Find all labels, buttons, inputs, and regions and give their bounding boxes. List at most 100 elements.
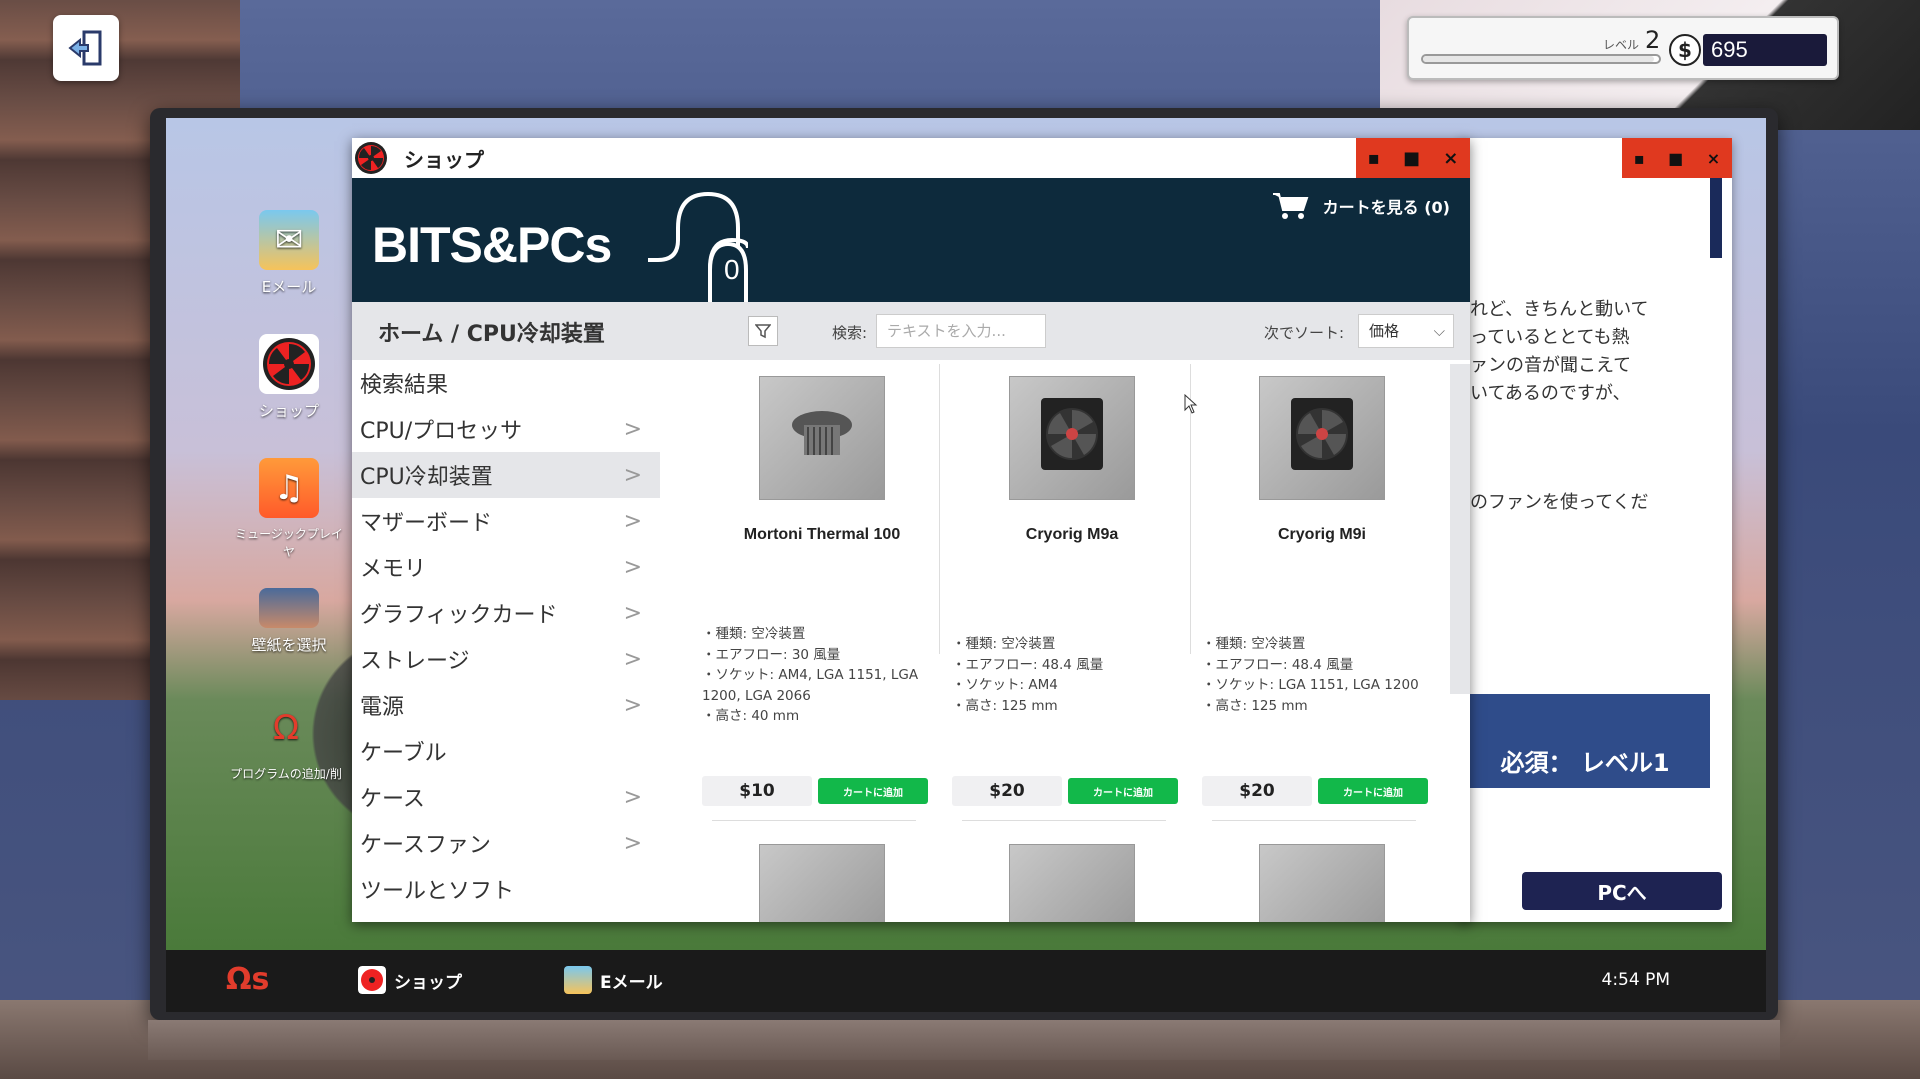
desktop-icon-wallpaper[interactable]: 壁紙を選択 xyxy=(234,588,344,655)
category-label: 検索結果 xyxy=(360,373,449,398)
bag-badge-count: 0 xyxy=(724,254,740,285)
product-card[interactable]: Cryorig M9i ・種類: 空冷装置 ・エアフロー: 48.4 風量 ・ソ… xyxy=(1202,376,1442,922)
desk-surface xyxy=(148,1020,1780,1060)
product-card[interactable]: Mortoni Thermal 100 ・種類: 空冷装置 ・エアフロー: 30… xyxy=(702,376,942,922)
category-item[interactable]: 電源 > xyxy=(352,682,660,728)
product-image-next-row[interactable] xyxy=(759,844,885,922)
taskbar-item-shop[interactable]: ショップ xyxy=(358,966,462,994)
maximize-button[interactable]: ■ xyxy=(1403,148,1420,169)
minimize-button[interactable]: ▪ xyxy=(1368,148,1380,169)
category-item[interactable]: ツールとソフト xyxy=(352,866,660,912)
chevron-right-icon: > xyxy=(623,646,642,672)
email-scroll-thumb[interactable] xyxy=(1710,178,1722,258)
spec-line: ・ソケット: AM4, LGA 1151, LGA 1200, LGA 2066 xyxy=(702,667,919,704)
start-menu-button[interactable]: Ωs xyxy=(226,962,269,997)
desktop-icon-email[interactable]: ✉ Eメール xyxy=(234,210,344,297)
product-image-next-row[interactable] xyxy=(1009,844,1135,922)
spec-line: ・高さ: 40 mm xyxy=(702,708,800,724)
divider xyxy=(962,820,1166,821)
category-label: ストレージ xyxy=(360,649,470,674)
email-window-titlebar[interactable]: ▪ ■ × xyxy=(1460,138,1732,178)
shop-window[interactable]: ショップ ▪ ■ × BITS&PCs 0 カートを見る (0) ホーム / C… xyxy=(352,138,1470,922)
filter-funnel-icon xyxy=(755,324,771,339)
requirement-banner: 必須： レベル1 xyxy=(1460,694,1710,788)
category-item[interactable]: ケースファン > xyxy=(352,820,660,866)
product-image-next-row[interactable] xyxy=(1259,844,1385,922)
category-item[interactable]: 検索結果 xyxy=(352,360,660,406)
minimize-button[interactable]: ▪ xyxy=(1634,149,1645,168)
category-item[interactable]: ストレージ > xyxy=(352,636,660,682)
product-image[interactable] xyxy=(1009,376,1135,500)
taskbar: Ωs ショップ Eメール 4:54 PM xyxy=(166,950,1766,1012)
category-sidebar: 検索結果 CPU/プロセッサ > CPU冷却装置 > マザーボード > メモリ > グラ… xyxy=(352,360,660,922)
add-to-cart-button[interactable]: カートに追加 xyxy=(818,778,928,804)
product-specs: ・種類: 空冷装置 ・エアフロー: 48.4 風量 ・ソケット: AM4 ・高さ… xyxy=(952,634,1192,716)
spec-line: ・種類: 空冷装置 xyxy=(702,626,806,642)
add-to-cart-button[interactable]: カートに追加 xyxy=(1068,778,1178,804)
category-label: メモリ xyxy=(360,557,427,582)
close-button[interactable]: × xyxy=(1707,149,1720,168)
category-item[interactable]: メモリ > xyxy=(352,544,660,590)
product-card[interactable]: Cryorig M9a ・種類: 空冷装置 ・エアフロー: 48.4 風量 ・ソ… xyxy=(952,376,1192,922)
search-input[interactable] xyxy=(876,314,1046,348)
add-to-cart-button[interactable]: カートに追加 xyxy=(1318,778,1428,804)
email-body-text: れど、きちんと動いて っているととても熱 ァンの音が聞こえて いてあるのですが、 xyxy=(1470,299,1649,404)
category-item[interactable]: グラフィックカード > xyxy=(352,590,660,636)
category-item[interactable]: ケース > xyxy=(352,774,660,820)
category-label: ケースファン xyxy=(360,833,491,858)
chevron-right-icon: > xyxy=(623,462,642,488)
product-image[interactable] xyxy=(759,376,885,500)
omega-icon: Ω xyxy=(273,708,299,748)
category-item[interactable]: ケーブル xyxy=(352,728,660,774)
go-to-pc-button[interactable]: PCへ xyxy=(1522,872,1722,910)
sort-value: 価格 xyxy=(1369,322,1400,340)
spec-line: ・エアフロー: 48.4 風量 xyxy=(952,656,1104,673)
sort-dropdown[interactable]: 価格 ⌵ xyxy=(1358,314,1454,348)
spec-line: ・ソケット: LGA 1151, LGA 1200 xyxy=(1202,677,1419,693)
desktop-icon-label: ミュージックプレイヤ xyxy=(235,527,343,559)
shop-window-titlebar[interactable]: ショップ ▪ ■ × xyxy=(352,138,1470,178)
desktop-icon-music[interactable]: ♫ ミュージックプレイヤ xyxy=(234,458,344,560)
exit-door-icon xyxy=(68,30,102,66)
category-label: マザーボード xyxy=(360,511,493,536)
player-hud: レベル 2 $ 695 xyxy=(1407,16,1839,80)
wallpaper-icon xyxy=(259,588,319,628)
spec-line: ・エアフロー: 48.4 風量 xyxy=(1202,656,1354,673)
product-name[interactable]: Cryorig M9i xyxy=(1202,526,1442,544)
product-scrollbar[interactable] xyxy=(1450,364,1470,694)
category-item[interactable]: マザーボード > xyxy=(352,498,660,544)
taskbar-item-email[interactable]: Eメール xyxy=(564,966,663,994)
chevron-right-icon: > xyxy=(623,830,642,856)
category-item[interactable]: CPU/プロセッサ > xyxy=(352,406,660,452)
view-cart-button[interactable]: カートを見る (0) xyxy=(1272,192,1450,220)
chevron-down-icon: ⌵ xyxy=(1433,322,1445,340)
price-row: $10 カートに追加 xyxy=(702,776,942,806)
email-icon xyxy=(564,966,592,994)
spec-line: ・種類: 空冷装置 xyxy=(952,636,1056,652)
exit-button[interactable] xyxy=(53,15,119,81)
desktop-icon-label: Eメール xyxy=(261,278,317,296)
shop-fan-icon xyxy=(355,142,387,174)
category-label: CPU/プロセッサ xyxy=(360,419,523,444)
product-name[interactable]: Mortoni Thermal 100 xyxy=(702,526,942,544)
product-image[interactable] xyxy=(1259,376,1385,500)
filter-button[interactable] xyxy=(748,316,778,346)
spec-line: ・ソケット: AM4 xyxy=(952,677,1058,693)
product-price: $20 xyxy=(1202,776,1312,806)
view-cart-label: カートを見る (0) xyxy=(1322,198,1450,217)
cpu-fan-cooler-icon xyxy=(1041,398,1103,470)
category-item-active[interactable]: CPU冷却装置 > xyxy=(352,452,660,498)
xp-bar xyxy=(1421,54,1661,64)
shopping-cart-icon xyxy=(1272,193,1309,219)
maximize-button[interactable]: ■ xyxy=(1668,149,1683,168)
cpu-fan-cooler-icon xyxy=(1291,398,1353,470)
close-button[interactable]: × xyxy=(1443,148,1458,169)
email-window[interactable]: ▪ ■ × れど、きちんと動いて っているととても熱 ァンの音が聞こえて いてあ… xyxy=(1460,138,1732,922)
taskbar-item-label: Eメール xyxy=(600,972,663,993)
desktop-icon-programs[interactable]: Ω プログラムの追加/削 xyxy=(216,698,356,782)
desktop-icon-shop[interactable]: ショップ xyxy=(234,334,344,421)
category-label: 電源 xyxy=(360,695,405,720)
product-name[interactable]: Cryorig M9a xyxy=(952,526,1192,544)
product-price: $20 xyxy=(952,776,1062,806)
chevron-right-icon: > xyxy=(623,554,642,580)
